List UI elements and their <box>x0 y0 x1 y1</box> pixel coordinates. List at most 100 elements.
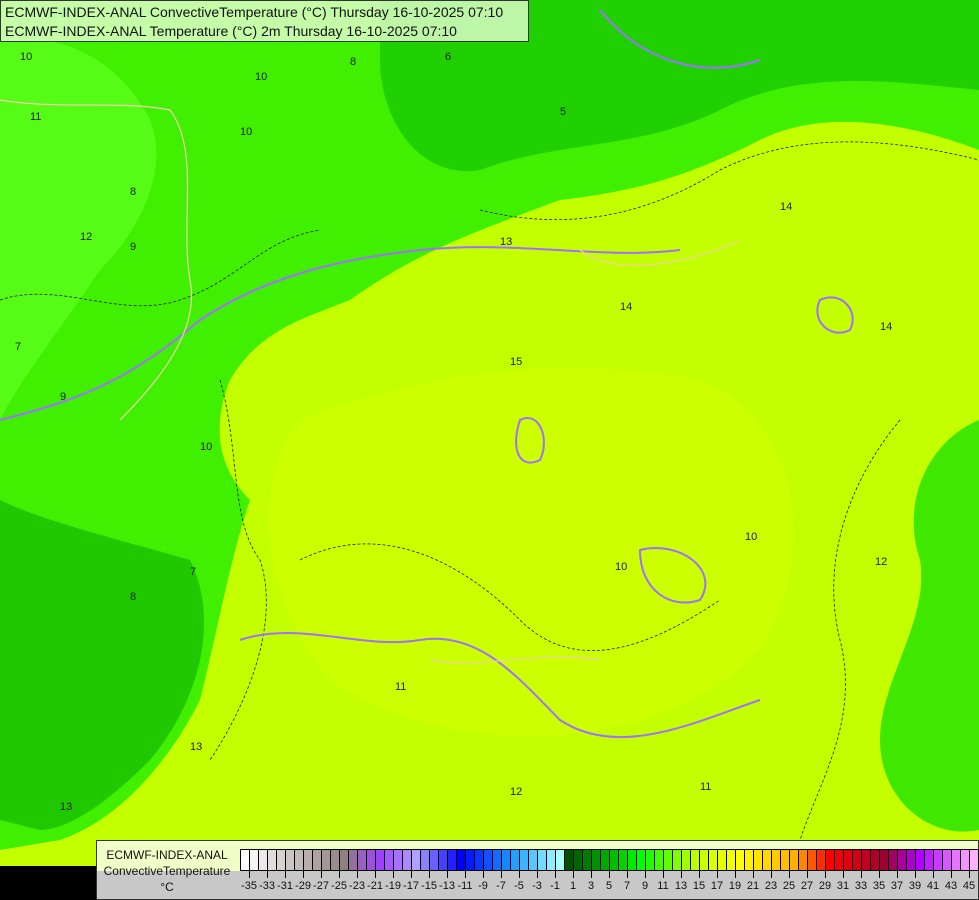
legend-tick <box>915 870 916 878</box>
legend-swatch <box>871 850 880 870</box>
legend-tick <box>663 870 664 878</box>
legend-tick-label: 15 <box>692 880 706 892</box>
legend-tick-label: 39 <box>908 880 922 892</box>
legend-tick <box>429 870 430 878</box>
map-title-box: ECMWF-INDEX-ANAL ConvectiveTemperature (… <box>0 0 529 42</box>
legend-tick-label: 1 <box>569 880 577 892</box>
legend-tick-label: -9 <box>478 880 488 892</box>
legend-swatch <box>241 850 250 870</box>
legend-swatch <box>781 850 790 870</box>
legend-tick <box>465 870 466 878</box>
legend-tick <box>375 870 376 878</box>
legend-swatch <box>331 850 340 870</box>
legend-swatch <box>475 850 484 870</box>
legend-swatch <box>691 850 700 870</box>
legend-parameter: ConvectiveTemperature <box>103 864 231 878</box>
legend-tick-label: -27 <box>313 880 329 892</box>
legend-swatch <box>376 850 385 870</box>
legend-swatch <box>430 850 439 870</box>
legend-tick-label: 35 <box>872 880 886 892</box>
legend-swatch <box>835 850 844 870</box>
legend-tick-label: -1 <box>550 880 560 892</box>
legend-swatch <box>412 850 421 870</box>
legend-tick-label: 41 <box>926 880 940 892</box>
legend-swatch <box>592 850 601 870</box>
contour-label: 5 <box>560 106 566 118</box>
legend-swatch <box>268 850 277 870</box>
legend-swatch <box>610 850 619 870</box>
contour-label: 9 <box>130 241 136 253</box>
legend-tick-label: 33 <box>854 880 868 892</box>
legend-swatch <box>943 850 952 870</box>
legend-swatch <box>961 850 970 870</box>
legend-tick-label: 31 <box>836 880 850 892</box>
legend-tick-label: 19 <box>728 880 742 892</box>
legend-tick-label: 13 <box>674 880 688 892</box>
legend-swatch <box>601 850 610 870</box>
legend-swatch <box>295 850 304 870</box>
contour-label: 13 <box>190 741 202 753</box>
legend-swatch <box>511 850 520 870</box>
legend-tick-label: -7 <box>496 880 506 892</box>
legend-swatch <box>574 850 583 870</box>
legend-tick <box>879 870 880 878</box>
contour-label: 12 <box>510 786 522 798</box>
legend-swatch <box>934 850 943 870</box>
legend-swatch <box>619 850 628 870</box>
weather-map[interactable]: 1010108865121199877141313151414131010111… <box>0 0 979 900</box>
legend-swatch <box>250 850 259 870</box>
legend-color-bar <box>240 849 979 871</box>
legend-tick <box>537 870 538 878</box>
legend-swatch <box>340 850 349 870</box>
legend-swatch <box>439 850 448 870</box>
legend-tick-label: -17 <box>403 880 419 892</box>
legend-swatch <box>421 850 430 870</box>
legend-tick-label: 11 <box>657 880 669 892</box>
legend-swatch <box>880 850 889 870</box>
legend-swatch <box>457 850 466 870</box>
legend-swatch <box>349 850 358 870</box>
contour-label: 9 <box>60 391 66 403</box>
legend-tick <box>807 870 808 878</box>
legend-swatch <box>313 850 322 870</box>
legend-tick-label: -13 <box>439 880 455 892</box>
legend-swatch <box>700 850 709 870</box>
legend-swatch <box>709 850 718 870</box>
legend-tick <box>249 870 250 878</box>
legend-swatch <box>727 850 736 870</box>
legend-swatch <box>484 850 493 870</box>
legend-tick-label: 17 <box>710 880 724 892</box>
legend-swatch <box>637 850 646 870</box>
legend-tick-label: -15 <box>421 880 437 892</box>
legend-tick <box>339 870 340 878</box>
legend-tick-label: -33 <box>259 880 275 892</box>
legend-swatch <box>565 850 574 870</box>
legend-tick <box>627 870 628 878</box>
legend-tick-label: -23 <box>349 880 365 892</box>
contour-label: 10 <box>240 126 252 138</box>
legend-tick-label: 37 <box>890 880 904 892</box>
legend-tick-label: 3 <box>587 880 595 892</box>
contour-label: 7 <box>190 566 196 578</box>
contour-label: 10 <box>200 441 212 453</box>
legend-swatch <box>754 850 763 870</box>
legend-swatch <box>547 850 556 870</box>
legend-swatch <box>628 850 637 870</box>
legend-tick-label: -19 <box>385 880 401 892</box>
legend-tick-label: 45 <box>962 880 976 892</box>
legend-swatch <box>259 850 268 870</box>
legend-swatch <box>970 850 979 870</box>
title-line-convective: ECMWF-INDEX-ANAL ConvectiveTemperature (… <box>5 4 504 20</box>
legend-swatch <box>286 850 295 870</box>
contour-label: 14 <box>620 301 632 313</box>
legend-swatch <box>367 850 376 870</box>
color-legend: ECMWF-INDEX-ANAL ConvectiveTemperature °… <box>96 840 979 900</box>
legend-tick <box>411 870 412 878</box>
legend-tick-label: 5 <box>605 880 613 892</box>
title-line-temperature: ECMWF-INDEX-ANAL Temperature (°C) 2m Thu… <box>5 23 457 39</box>
legend-unit: °C <box>160 880 174 894</box>
legend-tick-label: 25 <box>782 880 796 892</box>
legend-tick <box>285 870 286 878</box>
legend-swatch <box>646 850 655 870</box>
contour-label: 13 <box>60 801 72 813</box>
